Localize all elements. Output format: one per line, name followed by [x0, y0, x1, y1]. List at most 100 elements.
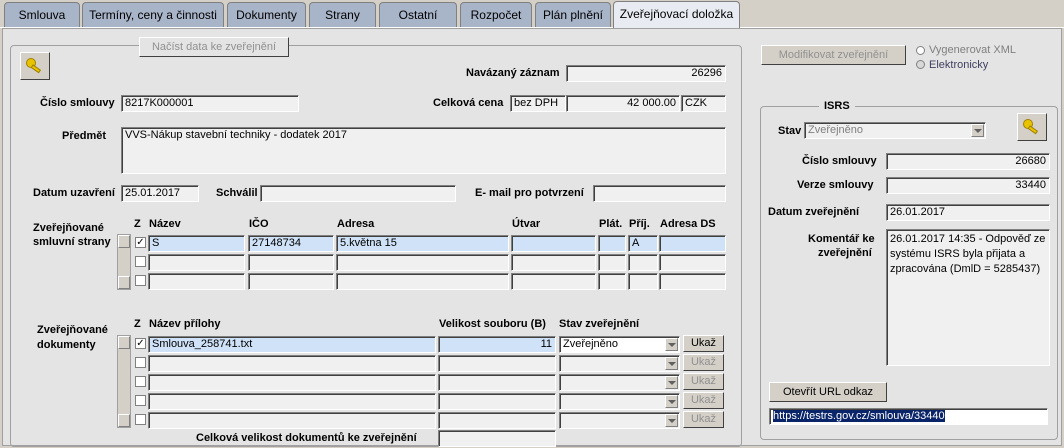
documents-header-name: Název přílohy — [149, 318, 221, 330]
party-select-checkbox[interactable] — [135, 256, 146, 267]
isrs-comment-field[interactable]: 26.01.2017 14:35 - Odpověď ze systému IS… — [886, 229, 1050, 366]
party-select-checkbox[interactable] — [135, 275, 146, 286]
party-address-ds-field[interactable] — [659, 273, 726, 290]
party-ico-field[interactable]: 27148734 — [248, 235, 334, 252]
party-name-field[interactable] — [148, 273, 245, 290]
load-data-button[interactable]: Načíst data ke zveřejnění — [139, 37, 289, 57]
document-size-field[interactable] — [438, 393, 556, 410]
documents-scrollbar[interactable] — [117, 335, 131, 428]
tab-plan-plneni[interactable]: Plán plnění — [535, 2, 611, 27]
document-select-checkbox[interactable] — [135, 357, 146, 368]
documents-header-status: Stav zveřejnění — [559, 318, 640, 330]
tab-smlouva[interactable]: Smlouva — [4, 2, 80, 27]
party-select-checkbox[interactable]: ✓ — [135, 237, 146, 248]
party-recipient-field[interactable]: A — [628, 235, 658, 252]
tab-terminy[interactable]: Termíny, ceny a činnosti — [82, 2, 224, 27]
email-label: E- mail pro potvrzení — [475, 187, 584, 199]
party-address-ds-field[interactable] — [659, 254, 726, 271]
tab-zverejnovaci-dolozka[interactable]: Zveřejňovací doložka — [613, 1, 740, 29]
isrs-title: ISRS — [819, 100, 855, 112]
isrs-date-field[interactable]: 26.01.2017 — [886, 204, 1050, 221]
document-select-checkbox[interactable] — [135, 414, 146, 425]
price-value-field[interactable]: 42 000.00 — [566, 95, 680, 112]
party-payer-field[interactable] — [598, 273, 626, 290]
party-recipient-field[interactable] — [628, 254, 658, 271]
isrs-contract-number-field[interactable]: 26680 — [886, 153, 1050, 170]
party-name-field[interactable]: S — [148, 235, 245, 252]
chevron-down-icon — [665, 376, 678, 389]
party-address-field[interactable]: 5.května 15 — [336, 235, 509, 252]
isrs-state-select[interactable]: Zveřejněno — [804, 122, 986, 139]
document-name-field[interactable] — [148, 412, 436, 429]
concluded-date-field[interactable]: 25.01.2017 — [121, 185, 199, 202]
document-select-checkbox[interactable] — [135, 395, 146, 406]
radio-generate-xml[interactable] — [916, 46, 925, 55]
party-address-ds-field[interactable] — [659, 235, 726, 252]
party-ico-field[interactable] — [248, 254, 334, 271]
parties-scrollbar[interactable] — [117, 234, 131, 290]
tab-rozpocet[interactable]: Rozpočet — [460, 2, 532, 27]
document-name-field[interactable] — [148, 355, 436, 372]
parties-header-address: Adresa — [337, 218, 375, 230]
document-size-field[interactable]: 11 — [438, 336, 556, 353]
chevron-down-icon — [665, 395, 678, 408]
open-url-button[interactable]: Otevřít URL odkaz — [769, 382, 887, 402]
document-size-field[interactable] — [438, 374, 556, 391]
documents-header-size: Velikost souboru (B) — [439, 318, 546, 330]
key-icon — [1023, 119, 1039, 135]
isrs-comment-label-line2: zveřejnění — [818, 247, 872, 259]
currency-field[interactable]: CZK — [681, 95, 726, 112]
party-payer-field[interactable] — [598, 235, 626, 252]
parties-header-address-ds: Adresa DS — [660, 218, 716, 230]
document-size-field[interactable] — [438, 355, 556, 372]
document-size-field[interactable] — [438, 412, 556, 429]
contract-number-field[interactable]: 8217K000001 — [121, 95, 299, 112]
contract-number-label: Číslo smlouvy — [40, 97, 115, 109]
isrs-state-label: Stav — [778, 125, 802, 137]
document-status-select[interactable] — [559, 393, 680, 410]
radio-electronic[interactable] — [916, 60, 925, 69]
document-name-field[interactable] — [148, 393, 436, 410]
show-document-button[interactable]: Ukaž — [683, 335, 724, 352]
show-document-button[interactable]: Ukaž — [683, 354, 724, 371]
document-name-field[interactable] — [148, 374, 436, 391]
total-size-field[interactable] — [438, 430, 556, 447]
refresh-key-button[interactable] — [20, 52, 50, 80]
scroll-down-arrow[interactable] — [118, 414, 130, 427]
document-status-select[interactable] — [559, 412, 680, 429]
party-address-field[interactable] — [336, 273, 509, 290]
show-document-button[interactable]: Ukaž — [683, 392, 724, 409]
party-unit-field[interactable] — [511, 235, 596, 252]
party-ico-field[interactable] — [248, 273, 334, 290]
approved-by-field[interactable] — [260, 185, 456, 202]
email-field[interactable] — [593, 185, 726, 202]
document-name-field[interactable]: Smlouva_258741.txt — [148, 336, 436, 353]
isrs-refresh-key-button[interactable] — [1017, 113, 1047, 141]
price-type-field[interactable]: bez DPH — [510, 95, 566, 112]
party-unit-field[interactable] — [511, 254, 596, 271]
scroll-up-arrow[interactable] — [118, 336, 130, 349]
document-status-select[interactable] — [559, 355, 680, 372]
show-document-button[interactable]: Ukaž — [683, 373, 724, 390]
isrs-url-field[interactable]: https://testrs.gov.cz/smlouva/33440 — [769, 408, 1048, 425]
scroll-up-arrow[interactable] — [118, 235, 130, 248]
document-status-select[interactable]: Zveřejněno — [559, 336, 680, 353]
party-unit-field[interactable] — [511, 273, 596, 290]
party-name-field[interactable] — [148, 254, 245, 271]
linked-record-field[interactable]: 26296 — [566, 65, 726, 82]
scroll-down-arrow[interactable] — [118, 276, 130, 289]
party-recipient-field[interactable] — [628, 273, 658, 290]
modify-publication-button[interactable]: Modifikovat zveřejnění — [761, 45, 906, 65]
document-select-checkbox[interactable] — [135, 376, 146, 387]
show-document-button[interactable]: Ukaž — [683, 411, 724, 428]
document-select-checkbox[interactable]: ✓ — [135, 338, 146, 349]
document-status-select[interactable] — [559, 374, 680, 391]
isrs-version-field[interactable]: 33440 — [886, 177, 1050, 194]
tab-dokumenty[interactable]: Dokumenty — [227, 2, 306, 27]
subject-field[interactable]: VVS-Nákup stavební techniky - dodatek 20… — [121, 127, 726, 174]
chevron-down-icon — [971, 124, 984, 137]
tab-strany[interactable]: Strany — [309, 2, 376, 27]
party-payer-field[interactable] — [598, 254, 626, 271]
party-address-field[interactable] — [336, 254, 509, 271]
tab-ostatni[interactable]: Ostatní — [379, 2, 457, 27]
